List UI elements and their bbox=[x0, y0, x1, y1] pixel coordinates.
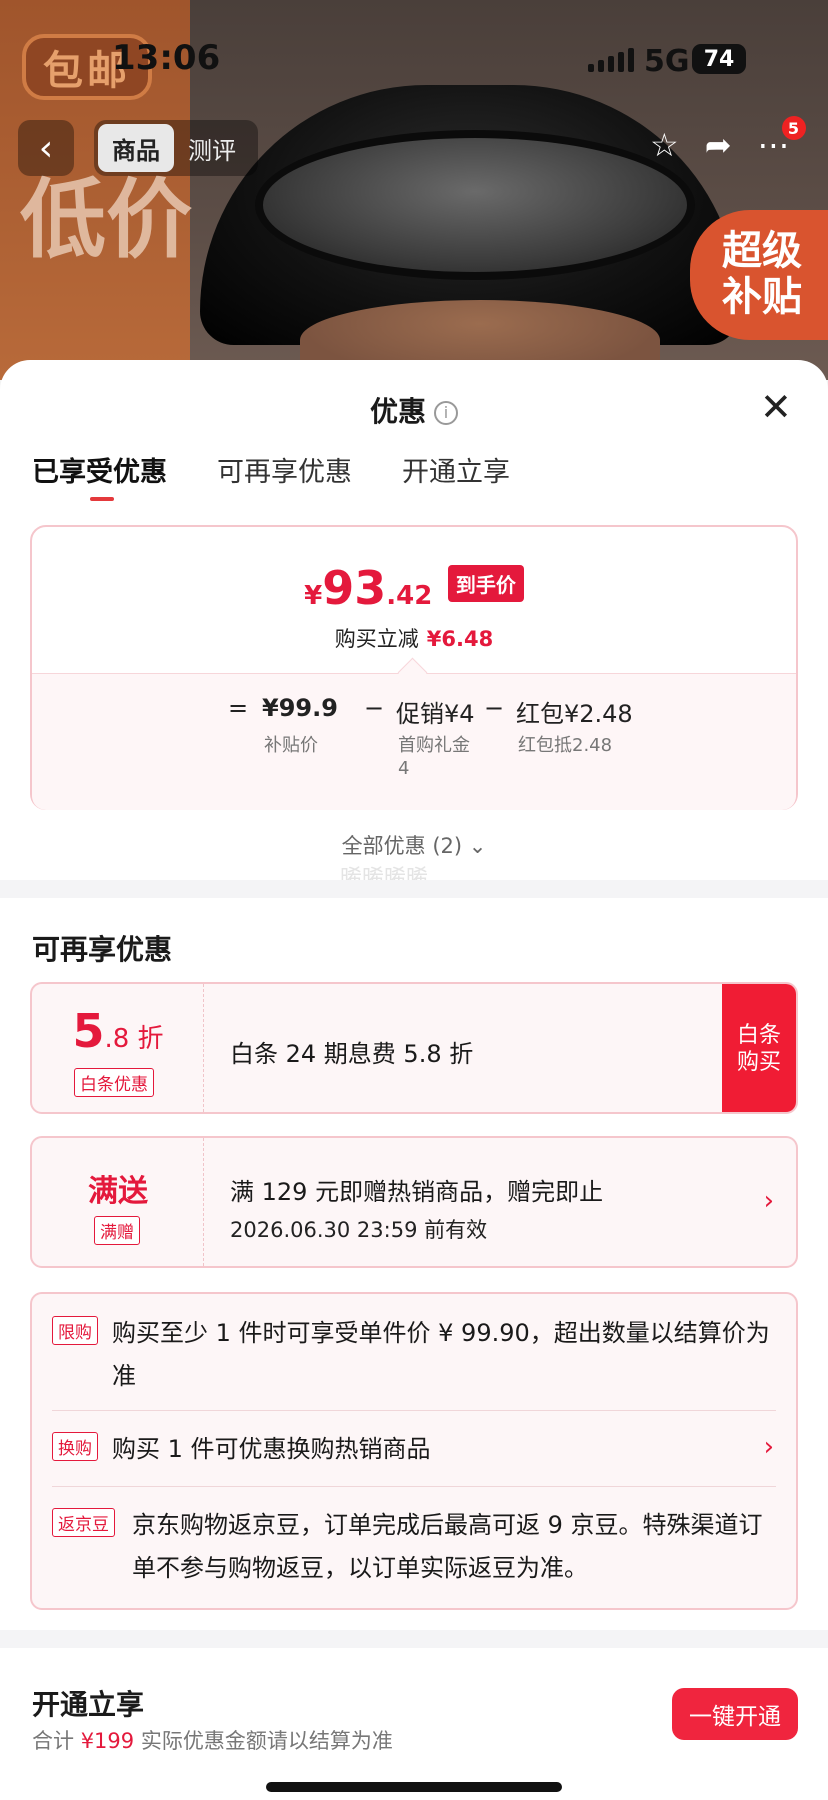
promo-note: 首购礼金 4 bbox=[398, 735, 470, 780]
exchange-tag: 换购 bbox=[52, 1432, 98, 1461]
list-item: 限购 购买至少 1 件时可享受单件价 ¥ 99.90，超出数量以结算价为准 bbox=[52, 1312, 776, 1412]
tab-enjoyed[interactable]: 已享受优惠 bbox=[32, 450, 167, 503]
exchange-text: 购买 1 件可优惠换购热销商品 bbox=[112, 1435, 431, 1463]
tab-more[interactable]: 可再享优惠 bbox=[217, 450, 352, 503]
gift-text: 满 129 元即赠热销商品，赠完即止 bbox=[230, 1178, 604, 1206]
info-icon[interactable]: i bbox=[434, 401, 458, 425]
all-offers-toggle[interactable]: 全部优惠 (2) ⌄ bbox=[0, 830, 828, 860]
chevron-right-icon: › bbox=[763, 1186, 774, 1216]
tab-product[interactable]: 商品 bbox=[98, 124, 174, 172]
promo-list: 限购 购买至少 1 件时可享受单件价 ¥ 99.90，超出数量以结算价为准 换购… bbox=[30, 1292, 798, 1610]
share-icon[interactable]: ➦ bbox=[705, 126, 732, 164]
red-packet-amount: 红包¥2.48 bbox=[516, 700, 633, 728]
price-breakdown: = ¥99.9 补贴价 − 促销¥4 首购礼金 4 − 红包¥2.48 红包抵2… bbox=[32, 673, 796, 810]
tab-review[interactable]: 测评 bbox=[174, 124, 250, 172]
price-summary-card: ¥93.42 到手价 购买立减 ¥6.48 = ¥99.9 补贴价 − 促销¥4 … bbox=[30, 525, 798, 810]
subsidy-price: ¥99.9 bbox=[262, 694, 338, 722]
list-item: 返京豆 京东购物返京豆，订单完成后最高可返 9 京豆。特殊渠道订单不参与购物返豆… bbox=[52, 1504, 776, 1594]
close-icon[interactable]: ✕ bbox=[760, 388, 792, 426]
gift-validity: 2026.06.30 23:59 前有效 bbox=[230, 1218, 488, 1242]
open-now-button[interactable]: 一键开通 bbox=[672, 1688, 798, 1740]
more-icon[interactable]: ⋯ 5 bbox=[758, 116, 806, 164]
more-offers-title: 可再享优惠 bbox=[32, 933, 173, 966]
final-price: ¥93.42 到手价 bbox=[32, 561, 796, 615]
clock: 13:06 bbox=[112, 38, 221, 78]
status-bar: 13:06 5G 74 bbox=[0, 0, 828, 110]
red-packet-note: 红包抵2.48 bbox=[518, 735, 613, 756]
limit-tag: 限购 bbox=[52, 1316, 98, 1345]
equals-sign: = bbox=[228, 694, 249, 722]
open-title: 开通立享 bbox=[32, 1688, 145, 1721]
gift-tag: 满赠 bbox=[94, 1216, 140, 1245]
section-divider bbox=[0, 1630, 828, 1648]
battery-icon: 74 bbox=[692, 44, 746, 74]
home-indicator bbox=[266, 1782, 562, 1792]
low-price-text: 低价 bbox=[20, 170, 192, 270]
tab-open[interactable]: 开通立享 bbox=[402, 450, 510, 503]
promo-amount: 促销¥4 bbox=[396, 700, 475, 728]
signal-icon bbox=[588, 48, 634, 72]
jingdou-text: 京东购物返京豆，订单完成后最高可返 9 京豆。特殊渠道订单不参与购物返豆，以订单… bbox=[132, 1511, 763, 1582]
baitiao-offer-card: 5.8 折 白条优惠 白条 24 期息费 5.8 折 白条 购买 bbox=[30, 982, 798, 1114]
divider bbox=[52, 1486, 776, 1487]
back-button[interactable]: ‹ bbox=[18, 120, 74, 176]
message-badge: 5 bbox=[781, 116, 806, 140]
sheet-title: 优惠 i bbox=[0, 390, 828, 430]
minus-sign: − bbox=[364, 694, 385, 722]
limit-text: 购买至少 1 件时可享受单件价 ¥ 99.90，超出数量以结算价为准 bbox=[112, 1319, 770, 1390]
final-price-tag: 到手价 bbox=[447, 565, 524, 602]
super-subsidy-badge: 超级 补贴 bbox=[690, 210, 828, 340]
chevron-right-icon: › bbox=[763, 1432, 774, 1462]
cushion-mirror bbox=[255, 130, 695, 280]
offer-tabs: 已享受优惠 可再享优惠 开通立享 bbox=[32, 450, 510, 503]
open-subtitle: 合计 ¥199 实际优惠金额请以结算为准 bbox=[32, 1729, 393, 1753]
baitiao-text: 白条 24 期息费 5.8 折 bbox=[230, 1040, 474, 1068]
gift-offer-card[interactable]: 满送 满赠 满 129 元即赠热销商品，赠完即止 2026.06.30 23:5… bbox=[30, 1136, 798, 1268]
minus-sign: − bbox=[484, 694, 505, 722]
chevron-left-icon: ‹ bbox=[38, 127, 54, 169]
network-type: 5G bbox=[644, 44, 690, 79]
baitiao-tag: 白条优惠 bbox=[74, 1068, 154, 1097]
top-actions: ☆ ➦ ⋯ 5 bbox=[650, 116, 806, 164]
divider bbox=[52, 1410, 776, 1411]
subsidy-price-note: 补贴价 bbox=[264, 735, 318, 756]
instant-reduction: 购买立减 ¥6.48 bbox=[334, 627, 494, 651]
baitiao-buy-button[interactable]: 白条 购买 bbox=[722, 984, 796, 1112]
star-icon[interactable]: ☆ bbox=[650, 126, 679, 164]
baitiao-discount: 5.8 折 白条优惠 bbox=[32, 984, 204, 1112]
list-item[interactable]: 换购 购买 1 件可优惠换购热销商品 › bbox=[52, 1428, 776, 1472]
jingdou-tag: 返京豆 bbox=[52, 1508, 115, 1537]
product-tabs: 商品 测评 bbox=[94, 120, 258, 176]
offers-sheet: 优惠 i ✕ 已享受优惠 可再享优惠 开通立享 ¥93.42 到手价 购买立减 ¥6… bbox=[0, 360, 828, 1800]
section-divider bbox=[0, 880, 828, 898]
gift-label: 满送 满赠 bbox=[32, 1138, 204, 1266]
